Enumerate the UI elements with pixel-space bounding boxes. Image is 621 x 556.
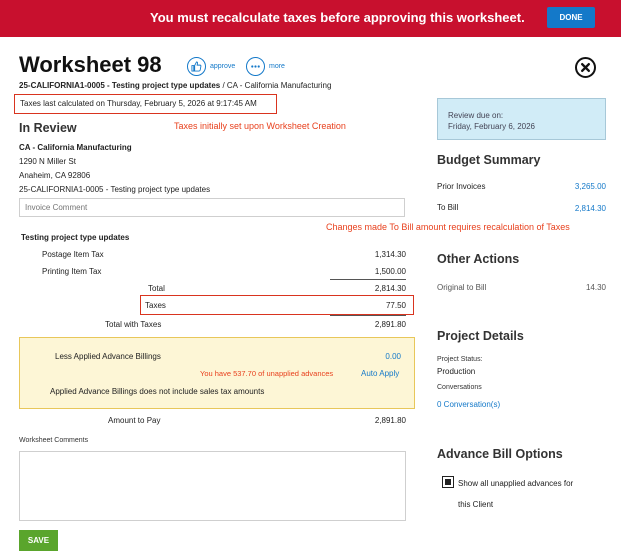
line-item-amount: 1,314.30: [374, 250, 406, 259]
invoice-comment-input[interactable]: [19, 198, 405, 217]
line-item-amount: 1,500.00: [374, 267, 406, 276]
job-number[interactable]: 25-CALIFORNIA1-0005 - Testing project ty…: [19, 81, 220, 90]
taxes-label: Taxes: [145, 301, 166, 310]
original-to-bill-value: 14.30: [585, 283, 606, 292]
taxes-calculated-text: Taxes last calculated on Thursday, Febru…: [20, 99, 257, 108]
annotation-taxes-initial: Taxes initially set upon Worksheet Creat…: [174, 121, 346, 131]
address-line1: 1290 N Miller St: [19, 157, 76, 166]
approve-link[interactable]: approve: [210, 63, 235, 70]
close-button[interactable]: [575, 57, 596, 78]
worksheet-comments-textarea[interactable]: [19, 451, 406, 521]
banner-message: You must recalculate taxes before approv…: [150, 10, 525, 25]
total-value: 2,814.30: [374, 284, 406, 293]
amount-to-pay-value: 2,891.80: [374, 416, 406, 425]
worksheet-comments-label: Worksheet Comments: [19, 437, 89, 444]
section-title: Testing project type updates: [21, 233, 130, 242]
auto-apply-link[interactable]: Auto Apply: [361, 369, 399, 378]
checkbox-checked-icon: [445, 479, 451, 485]
to-bill-label: To Bill: [437, 203, 459, 212]
total-label: Total: [148, 284, 165, 293]
total-with-taxes-label: Total with Taxes: [105, 320, 162, 329]
page-title: Worksheet 98: [19, 52, 162, 77]
show-unapplied-label-line1: Show all unapplied advances for: [458, 479, 574, 488]
more-button-icon[interactable]: [246, 57, 265, 76]
prior-invoices-label: Prior Invoices: [437, 182, 486, 191]
client-suffix: / CA - California Manufacturing: [220, 81, 332, 90]
other-actions-heading: Other Actions: [437, 252, 520, 266]
original-to-bill-label: Original to Bill: [437, 283, 487, 292]
unapplied-advances-note: You have 537.70 of unapplied advances: [200, 369, 334, 378]
amount-to-pay-label: Amount to Pay: [108, 416, 161, 425]
review-due-label: Review due on:: [448, 111, 504, 120]
taxes-divider: [330, 315, 406, 316]
ellipsis-icon: [251, 65, 260, 68]
budget-summary-heading: Budget Summary: [437, 153, 541, 167]
address-line2: Anaheim, CA 92806: [19, 171, 91, 180]
advance-disclaimer: Applied Advance Billings does not includ…: [50, 387, 265, 396]
thumbs-up-icon: [191, 61, 202, 72]
status-heading: In Review: [19, 121, 77, 135]
prior-invoices-value[interactable]: 3,265.00: [530, 182, 606, 191]
project-details-heading: Project Details: [437, 329, 524, 343]
conversations-link[interactable]: 0 Conversation(s): [437, 400, 500, 409]
annotation-changes: Changes made To Bill amount requires rec…: [326, 222, 570, 232]
advance-label: Less Applied Advance Billings: [55, 352, 161, 361]
total-divider: [330, 279, 406, 280]
client-name: CA - California Manufacturing: [19, 143, 132, 152]
show-unapplied-label-line2: this Client: [458, 500, 494, 509]
project-status-value: Production: [437, 367, 476, 376]
total-with-taxes-value: 2,891.80: [374, 320, 406, 329]
line-item-label: Postage Item Tax: [42, 250, 104, 259]
project-status-label: Project Status:: [437, 356, 483, 363]
save-button[interactable]: SAVE: [19, 530, 58, 551]
advance-value: 0.00: [385, 352, 401, 361]
done-button[interactable]: DONE: [547, 7, 595, 28]
taxes-value: 77.50: [385, 301, 406, 310]
advance-bill-options-heading: Advance Bill Options: [437, 447, 563, 461]
close-icon: [580, 62, 591, 73]
to-bill-value[interactable]: 2,814.30: [530, 204, 606, 213]
line-item-label: Printing Item Tax: [42, 267, 102, 276]
approve-button-icon[interactable]: [187, 57, 206, 76]
conversations-label: Conversations: [437, 384, 482, 391]
job-subtitle: 25-CALIFORNIA1-0005 - Testing project ty…: [19, 81, 331, 90]
job-line: 25-CALIFORNIA1-0005 - Testing project ty…: [19, 185, 211, 194]
review-due-date: Friday, February 6, 2026: [448, 122, 536, 131]
show-unapplied-checkbox[interactable]: [442, 476, 454, 488]
more-link[interactable]: more: [269, 63, 285, 70]
